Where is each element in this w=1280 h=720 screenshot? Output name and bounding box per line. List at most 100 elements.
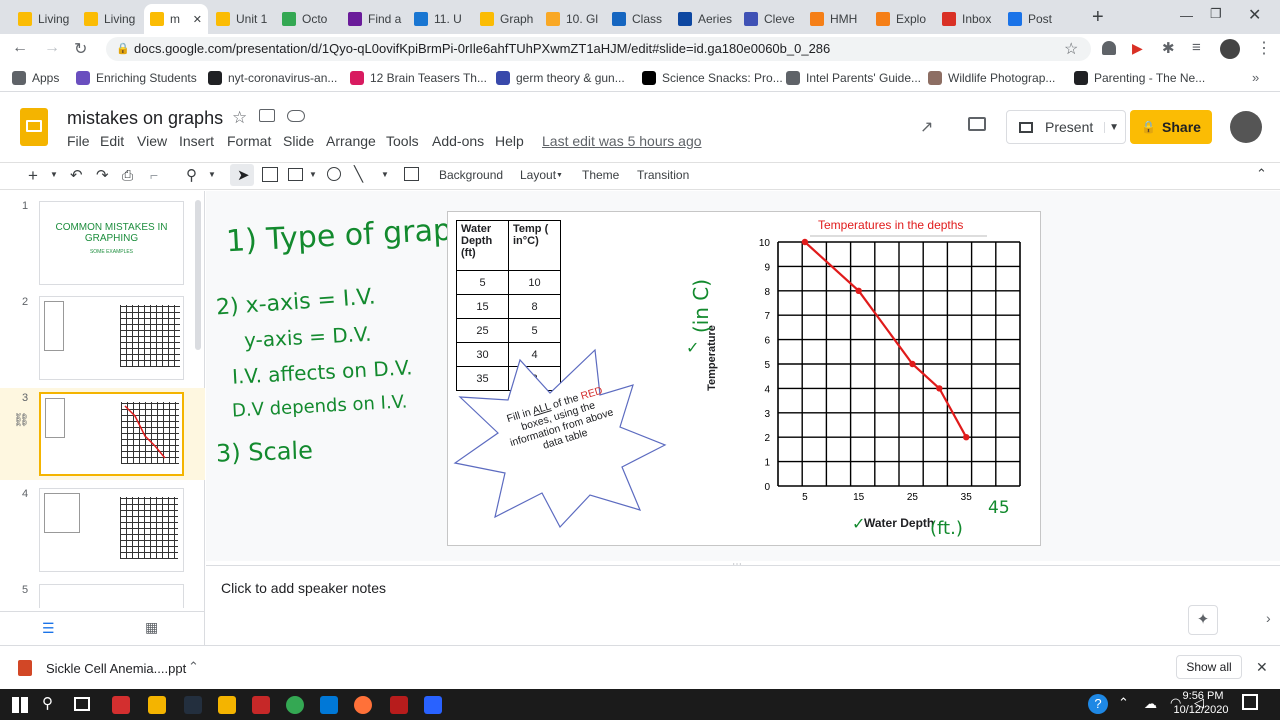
menu-arrange[interactable]: Arrange [326,133,376,149]
menu-format[interactable]: Format [227,133,271,149]
browser-tab[interactable]: Inbox [936,4,1000,34]
close-downloads-icon[interactable]: ✕ [1256,659,1268,676]
slide-thumbnail-1[interactable]: COMMON MISTAKES IN GRAPHING SOME EXAMPLE… [39,201,184,285]
document-title[interactable]: mistakes on graphs [67,108,223,129]
star-icon[interactable]: ☆ [232,108,247,128]
browser-menu-icon[interactable]: ⋮ [1256,38,1272,58]
browser-tab[interactable]: Class [606,4,670,34]
forward-icon[interactable]: → [44,39,60,57]
background-button[interactable]: Background [439,168,503,182]
last-edit-link[interactable]: Last edit was 5 hours ago [542,133,702,149]
close-window-button[interactable]: ✕ [1248,5,1261,25]
redo-icon[interactable]: ↷ [96,166,109,184]
present-dropdown-icon[interactable]: ▼ [1104,121,1119,133]
chrome-icon[interactable] [286,696,304,714]
browser-tab[interactable]: 10. Gl [540,4,604,34]
extension-icon[interactable] [1102,41,1116,55]
task-view-icon[interactable] [74,697,90,711]
show-all-button[interactable]: Show all [1176,655,1242,679]
app-icon-heart[interactable] [112,696,130,714]
amazon-icon[interactable] [184,696,202,714]
bookmark-item[interactable]: nyt-coronavirus-an... [208,71,337,85]
minimize-button[interactable]: — [1180,8,1193,23]
menu-view[interactable]: View [137,133,167,149]
layout-dropdown-icon[interactable]: ▼ [556,172,563,179]
image-icon[interactable] [288,168,303,181]
app-icon-t[interactable] [252,696,270,714]
transition-button[interactable]: Transition [637,168,689,182]
app-icon-red[interactable] [390,696,408,714]
theme-button[interactable]: Theme [582,168,619,182]
profile-avatar[interactable] [1220,39,1240,59]
cloud-saved-icon[interactable] [287,110,305,122]
windows-start-icon[interactable] [12,697,28,713]
browser-tab[interactable]: Octo [276,4,340,34]
address-bar[interactable]: 🔒 docs.google.com/presentation/d/1Qyo-qL… [106,37,1091,61]
search-icon[interactable]: ⚲ [42,694,53,712]
bookmark-item[interactable]: Apps [12,71,59,85]
select-cursor-icon[interactable]: ➤ [237,166,250,184]
media-control-icon[interactable]: ≡ [1192,39,1201,56]
zoom-icon[interactable]: ⚲ [186,166,197,184]
grid-view-icon[interactable]: ▦ [145,619,158,636]
store-icon[interactable] [218,696,236,714]
filmstrip-view-icon[interactable]: ☰ [42,620,55,637]
new-slide-dropdown-icon[interactable]: ▼ [50,170,58,179]
bookmark-item[interactable]: 12 Brain Teasers Th... [350,71,487,85]
present-button[interactable]: Present ▼ [1006,110,1126,144]
add-comment-icon[interactable] [404,167,419,181]
new-slide-icon[interactable]: + [28,166,38,186]
slide-thumbnail-2[interactable] [39,296,184,380]
download-chevron-icon[interactable]: ⌃ [188,659,199,675]
clock-date[interactable]: 10/12/2020 [1170,704,1232,716]
image-dropdown-icon[interactable]: ▼ [309,170,317,179]
download-filename[interactable]: Sickle Cell Anemia....ppt [46,661,186,676]
slide-thumbnail-5[interactable] [39,584,184,608]
share-button[interactable]: 🔒 Share [1130,110,1212,144]
close-tab-icon[interactable]: ✕ [193,13,202,26]
menu-tools[interactable]: Tools [386,133,419,149]
line-dropdown-icon[interactable]: ▼ [381,170,389,179]
paint-format-icon[interactable]: ⌐ [150,167,158,183]
notifications-icon[interactable] [1242,694,1258,710]
menu-help[interactable]: Help [495,133,524,149]
user-avatar[interactable] [1230,111,1262,143]
zoom-app-icon[interactable] [424,696,442,714]
new-tab-button[interactable]: + [1092,6,1104,29]
layout-button[interactable]: Layout [520,168,556,182]
filmstrip-scrollbar[interactable] [195,200,201,350]
speaker-notes[interactable]: Click to add speaker notes [206,565,1280,645]
browser-tab[interactable]: Graph [474,4,538,34]
side-panel-toggle-icon[interactable]: › [1266,610,1271,626]
slides-logo[interactable] [20,108,48,146]
browser-tab[interactable]: Unit 1 [210,4,274,34]
slide-thumbnail-3[interactable] [39,392,184,476]
bookmark-item[interactable]: germ theory & gun... [496,71,625,85]
collapse-toolbar-icon[interactable]: ⌃ [1256,166,1267,182]
shape-icon[interactable] [327,167,341,181]
menu-slide[interactable]: Slide [283,133,314,149]
bookmark-item[interactable]: Enriching Students [76,71,197,85]
menu-edit[interactable]: Edit [100,133,124,149]
tray-chevron-icon[interactable]: ⌃ [1118,695,1129,711]
help-icon[interactable]: ? [1088,694,1108,714]
file-explorer-icon[interactable] [148,696,166,714]
maximize-button[interactable]: ❐ [1210,6,1222,22]
browser-tab[interactable]: 11. U [408,4,472,34]
bookmark-item[interactable]: Parenting - The Ne... [1074,71,1205,85]
browser-tab[interactable]: Post [1002,4,1066,34]
text-box-icon[interactable] [262,167,278,182]
clock-time[interactable]: 9:56 PM [1176,690,1230,702]
undo-icon[interactable]: ↶ [70,166,83,184]
line-icon[interactable]: ╲ [354,165,363,183]
menu-insert[interactable]: Insert [179,133,214,149]
menu-addons[interactable]: Add-ons [432,133,484,149]
browser-tab[interactable]: Living [78,4,142,34]
comments-icon[interactable] [968,117,986,131]
bookmark-item[interactable]: Science Snacks: Pro... [642,71,783,85]
browser-tab[interactable]: Cleve [738,4,802,34]
reload-icon[interactable]: ↻ [74,39,87,59]
onedrive-icon[interactable]: ☁ [1144,696,1157,712]
bookmark-item[interactable]: Intel Parents' Guide... [786,71,921,85]
browser-tab[interactable]: Find a [342,4,406,34]
